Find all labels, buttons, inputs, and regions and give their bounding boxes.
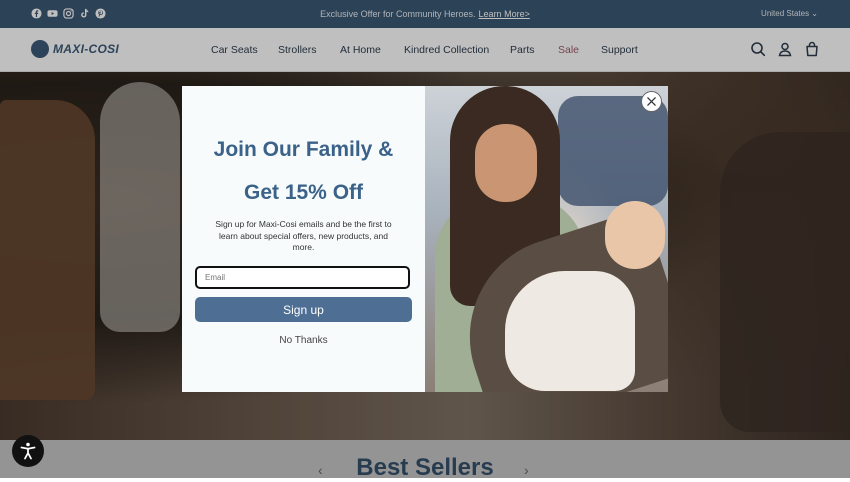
photo-sofa-shape [558, 96, 668, 206]
photo-baby-head-shape [605, 201, 665, 269]
accessibility-button[interactable] [12, 435, 44, 467]
popup-description: Sign up for Maxi-Cosi emails and be the … [215, 219, 392, 252]
no-thanks-link[interactable]: No Thanks [182, 335, 425, 346]
close-popup-button[interactable] [641, 91, 662, 112]
photo-mother-face-shape [475, 124, 537, 202]
popup-photo [425, 86, 668, 392]
signup-popup: Join Our Family & Get 15% Off Sign up fo… [182, 86, 668, 392]
photo-baby-body-shape [505, 271, 635, 391]
accessibility-icon [20, 442, 36, 460]
email-field[interactable] [195, 266, 410, 289]
popup-form-panel: Join Our Family & Get 15% Off Sign up fo… [182, 86, 425, 392]
popup-heading-line1: Join Our Family & [213, 138, 394, 161]
signup-button[interactable]: Sign up [195, 297, 412, 322]
close-icon [647, 97, 656, 106]
popup-heading-line2: Get 15% Off [243, 181, 364, 204]
